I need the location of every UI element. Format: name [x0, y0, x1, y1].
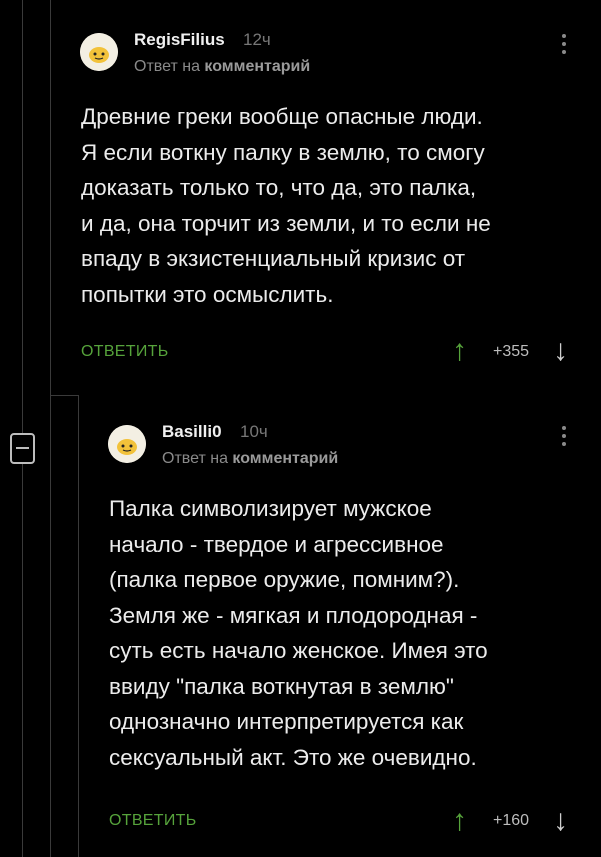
more-options-icon[interactable]	[562, 426, 566, 450]
comment-line: однозначно интерпретируется как	[109, 709, 464, 734]
comment-line: попытки это осмыслить.	[81, 281, 334, 307]
comment-author[interactable]: Basilli0	[162, 422, 222, 442]
reply-to-link[interactable]: комментарий	[204, 58, 310, 75]
avatar-face-icon	[80, 33, 118, 71]
arrow-down-icon[interactable]: ↓	[553, 336, 568, 366]
reply-button[interactable]: ОТВЕТИТЬ	[81, 343, 169, 361]
comment-score: +160	[493, 812, 530, 829]
reply-to-text: Ответ на комментарий	[134, 58, 310, 76]
avatar[interactable]	[108, 425, 146, 463]
comment-line: Земля же - мягкая и плодородная -	[109, 602, 478, 628]
reply-to-link[interactable]: комментарий	[232, 450, 338, 467]
arrow-up-icon[interactable]: ↑	[452, 806, 467, 836]
comment-line: суть есть начало женское. Имея это	[109, 638, 488, 663]
comment-line: Я если воткну палку в землю, то смогу	[81, 139, 485, 165]
arrow-up-icon[interactable]: ↑	[452, 336, 467, 366]
comment-line: и да, она торчит из земли, и то если не	[81, 210, 491, 236]
arrow-down-icon[interactable]: ↓	[553, 806, 568, 836]
comment-time: 10ч	[240, 422, 268, 441]
avatar[interactable]	[80, 33, 118, 71]
comment-time: 12ч	[243, 30, 271, 49]
comment-author[interactable]: RegisFilius	[134, 30, 225, 50]
thread-line-outer	[22, 0, 23, 433]
comment-line: начало - твердое и агрессивное	[109, 531, 444, 557]
comment-line: ввиду "палка воткнутая в землю"	[109, 673, 454, 699]
collapse-thread-button[interactable]	[10, 433, 35, 464]
comment-score: +355	[493, 343, 530, 360]
reply-button[interactable]: ОТВЕТИТЬ	[109, 812, 197, 830]
comment-line: сексуальный акт. Это же очевидно.	[109, 744, 477, 770]
thread-line-outer-lower	[22, 464, 23, 857]
thread-line-level1	[50, 0, 51, 857]
reply-to-prefix: Ответ на	[162, 450, 228, 467]
comment-line: впаду в экзистенциальный кризис от	[81, 246, 466, 271]
comment-line: (палка первое оружие, помним?).	[109, 567, 460, 592]
reply-to-text: Ответ на комментарий	[162, 450, 338, 468]
more-options-icon[interactable]	[562, 34, 566, 58]
comment-line: Древние греки вообще опасные люди.	[81, 104, 483, 129]
thread-line-level2	[78, 395, 79, 857]
comment-line: доказать только то, что да, это палка,	[81, 175, 477, 200]
avatar-face-icon	[108, 425, 146, 463]
comment-line: Палка символизирует мужское	[109, 496, 432, 521]
comment-body: Древние греки вообще опасные люди. Я есл…	[81, 99, 491, 312]
thread-branch	[50, 395, 78, 396]
reply-to-prefix: Ответ на	[134, 58, 200, 75]
comment-body: Палка символизирует мужское начало - тве…	[109, 491, 488, 775]
